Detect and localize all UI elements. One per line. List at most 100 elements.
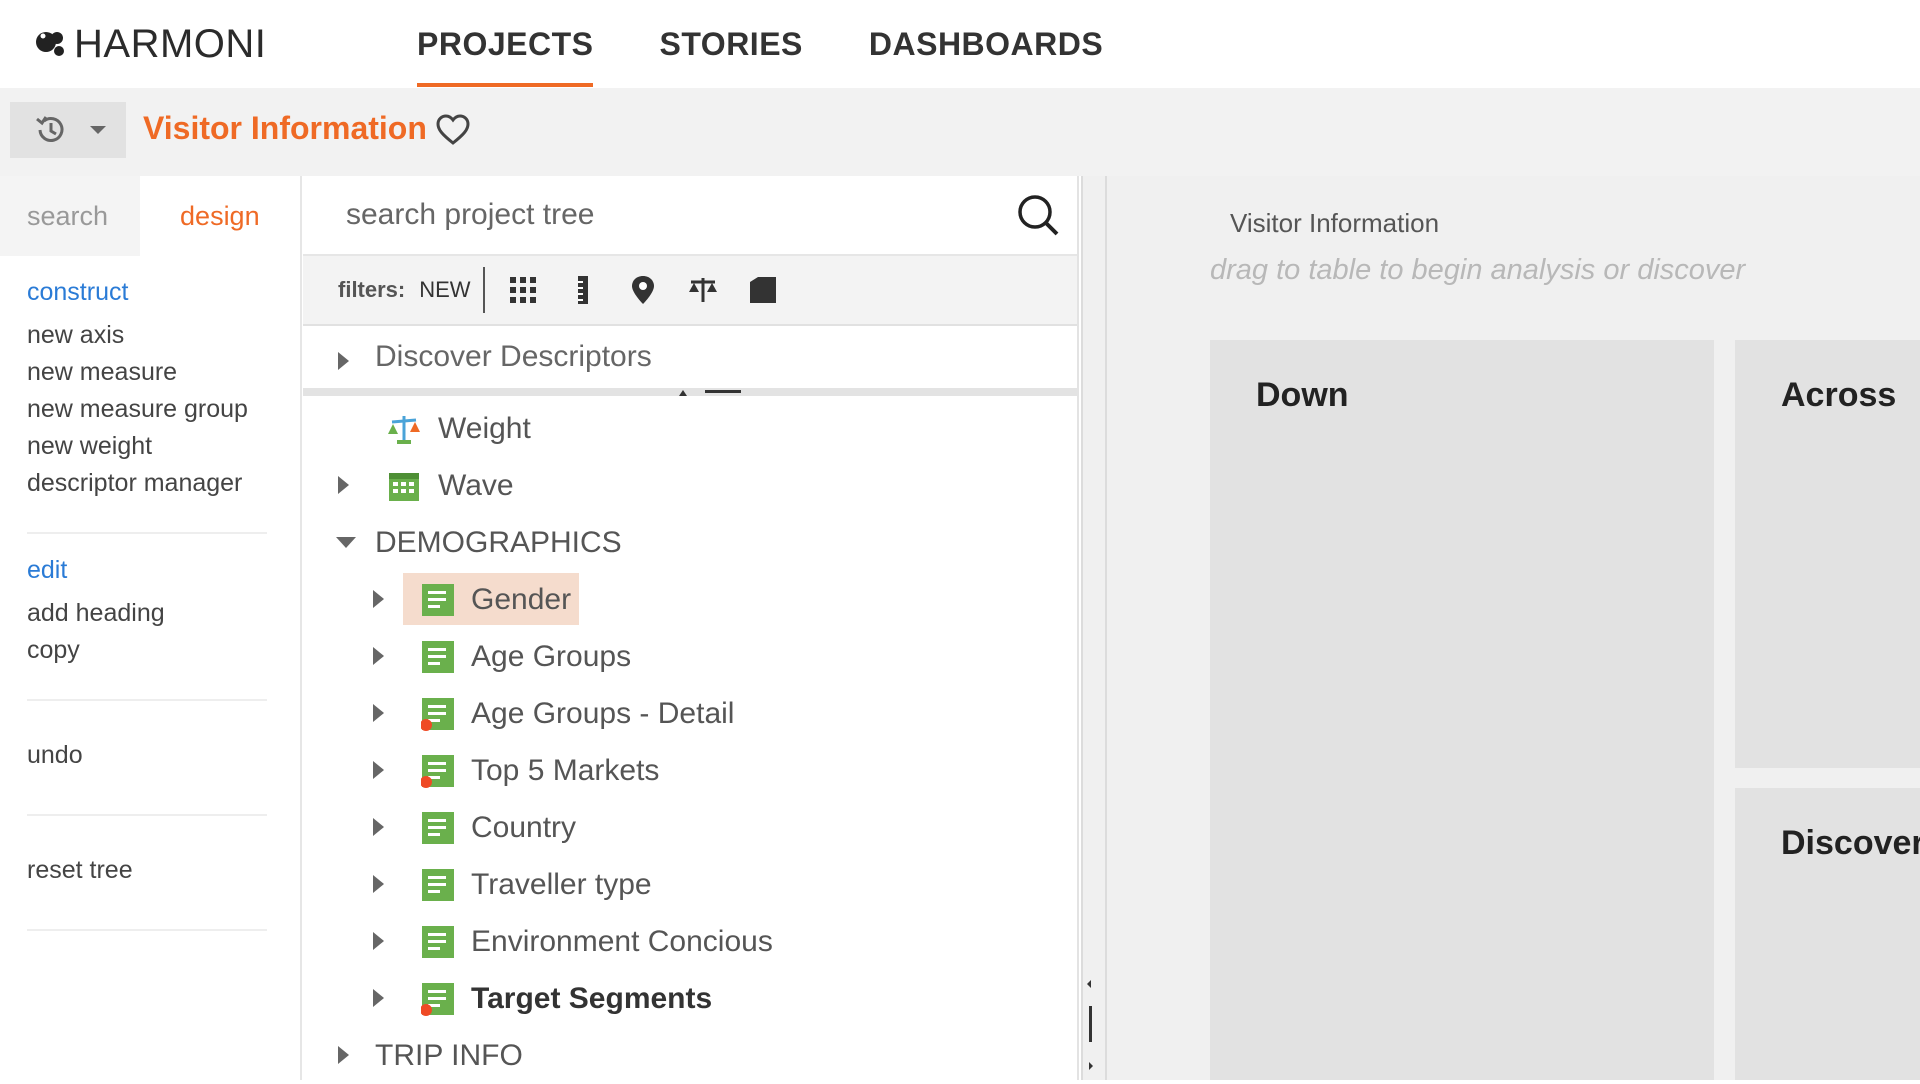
expand-arrow-icon[interactable] xyxy=(373,932,384,950)
construct-heading[interactable]: construct xyxy=(27,278,273,307)
tree-node-label[interactable]: Gender xyxy=(471,583,571,617)
expand-arrow-icon[interactable] xyxy=(373,647,384,665)
discover-zone-title: Discover xyxy=(1781,824,1920,862)
map-pin-icon[interactable] xyxy=(627,274,659,306)
workspace-hint: drag to table to begin analysis or disco… xyxy=(1210,254,1746,286)
divider xyxy=(27,699,267,701)
app-logo[interactable]: HARMONI xyxy=(32,20,266,68)
tree-folder-demographics[interactable]: DEMOGRAPHICS xyxy=(303,514,1077,571)
page-title: Visitor Information xyxy=(143,110,427,146)
across-drop-zone[interactable]: Across xyxy=(1735,340,1920,768)
tree-node-label[interactable]: Top 5 Markets xyxy=(471,754,659,788)
logo-icon xyxy=(36,32,64,56)
divider xyxy=(27,814,267,816)
tree-node-country[interactable]: Country xyxy=(303,799,1077,856)
main-nav: PROJECTS STORIES DASHBOARDS xyxy=(417,0,1169,88)
new-weight-link[interactable]: new weight xyxy=(27,428,273,465)
logo-text: HARMONI xyxy=(74,21,267,66)
history-icon xyxy=(36,116,64,142)
panel-splitter[interactable] xyxy=(1081,176,1107,1080)
folder-icon[interactable] xyxy=(747,274,779,306)
expand-arrow-icon[interactable] xyxy=(373,818,384,836)
nav-stories[interactable]: STORIES xyxy=(659,0,802,88)
expand-arrow-icon[interactable] xyxy=(373,875,384,893)
tree-folder-label[interactable]: TRIP INFO xyxy=(375,1039,523,1073)
variable-icon xyxy=(422,640,454,673)
calendar-icon xyxy=(389,472,419,501)
new-axis-link[interactable]: new axis xyxy=(27,317,273,354)
tab-search[interactable]: search xyxy=(0,176,141,256)
derived-variable-icon xyxy=(421,754,454,788)
tree-node-age-groups[interactable]: Age Groups xyxy=(303,628,1077,685)
project-tree: Weight Wave DEMOGRAPHICS Gender Age Grou… xyxy=(303,400,1077,1084)
tree-node-wave[interactable]: Wave xyxy=(303,457,1077,514)
expand-arrow-icon[interactable] xyxy=(338,1046,349,1064)
nav-projects[interactable]: PROJECTS xyxy=(417,0,594,88)
add-heading-link[interactable]: add heading xyxy=(27,595,273,632)
tree-node-age-groups-detail[interactable]: Age Groups - Detail xyxy=(303,685,1077,742)
copy-link[interactable]: copy xyxy=(27,632,273,669)
history-dropdown-button[interactable] xyxy=(10,102,126,158)
expand-arrow-icon[interactable] xyxy=(373,761,384,779)
reset-section: reset tree xyxy=(0,852,300,889)
weight-scale-icon[interactable] xyxy=(687,274,719,306)
nav-dashboards[interactable]: DASHBOARDS xyxy=(869,0,1103,88)
down-zone-title: Down xyxy=(1256,376,1349,414)
undo-link[interactable]: undo xyxy=(27,737,273,774)
tree-search-bar[interactable]: search project tree xyxy=(303,176,1077,256)
across-zone-title: Across xyxy=(1781,376,1897,414)
discover-descriptors-label[interactable]: Discover Descriptors xyxy=(375,340,652,374)
sidebar-tabs: search design xyxy=(0,176,300,256)
tree-node-target-segments[interactable]: Target Segments xyxy=(303,970,1077,1027)
workspace-title: Visitor Information xyxy=(1230,208,1440,238)
expand-arrow-icon[interactable] xyxy=(373,590,384,608)
new-measure-group-link[interactable]: new measure group xyxy=(27,391,273,428)
discover-drop-zone[interactable]: Discover xyxy=(1735,788,1920,1080)
new-measure-link[interactable]: new measure xyxy=(27,354,273,391)
undo-section: undo xyxy=(0,737,300,774)
expand-arrow-icon[interactable] xyxy=(373,989,384,1007)
edit-heading[interactable]: edit xyxy=(27,556,273,585)
expand-arrow-icon[interactable] xyxy=(338,352,349,370)
tree-node-gender[interactable]: Gender xyxy=(303,571,1077,628)
tree-folder-trip-info[interactable]: TRIP INFO xyxy=(303,1027,1077,1084)
heart-outline-icon[interactable] xyxy=(435,112,471,148)
divider xyxy=(27,532,267,534)
project-title-bar: Visitor Information xyxy=(0,88,1920,176)
tree-node-label[interactable]: Age Groups - Detail xyxy=(471,697,734,731)
filters-label: filters: xyxy=(338,277,406,302)
reset-tree-link[interactable]: reset tree xyxy=(27,852,273,889)
resize-handle-icon[interactable] xyxy=(675,388,745,396)
filter-new-button[interactable]: NEW xyxy=(419,267,485,313)
expand-arrow-icon[interactable] xyxy=(338,476,349,494)
tree-node-label[interactable]: Wave xyxy=(438,469,514,503)
tree-node-label[interactable]: Age Groups xyxy=(471,640,631,674)
down-drop-zone[interactable]: Down xyxy=(1210,340,1714,1080)
collapse-arrow-icon[interactable] xyxy=(336,537,356,548)
grid-icon[interactable] xyxy=(507,274,539,306)
search-icon[interactable] xyxy=(1015,192,1061,238)
project-tree-panel: search project tree filters: NEW Discove… xyxy=(303,176,1079,1080)
splitter-handle-icon[interactable] xyxy=(1083,976,1105,1076)
analysis-workspace: Visitor Information drag to table to beg… xyxy=(1107,176,1920,1080)
ruler-icon[interactable] xyxy=(567,274,599,306)
tree-node-label[interactable]: Country xyxy=(471,811,576,845)
tree-node-top-5-markets[interactable]: Top 5 Markets xyxy=(303,742,1077,799)
tree-node-traveller-type[interactable]: Traveller type xyxy=(303,856,1077,913)
tab-design[interactable]: design xyxy=(140,176,300,256)
expand-arrow-icon[interactable] xyxy=(373,704,384,722)
tree-node-label[interactable]: Weight xyxy=(438,412,531,446)
tree-node-weight[interactable]: Weight xyxy=(303,400,1077,457)
chevron-down-icon xyxy=(90,126,106,134)
tree-node-label[interactable]: Traveller type xyxy=(471,868,652,902)
tree-folder-label[interactable]: DEMOGRAPHICS xyxy=(375,526,622,560)
tree-node-label[interactable]: Environment Concious xyxy=(471,925,773,959)
variable-icon xyxy=(422,811,454,844)
derived-variable-icon xyxy=(421,982,454,1016)
tree-node-environment-concious[interactable]: Environment Concious xyxy=(303,913,1077,970)
top-navigation-bar: HARMONI PROJECTS STORIES DASHBOARDS xyxy=(0,0,1920,88)
descriptor-manager-link[interactable]: descriptor manager xyxy=(27,465,273,502)
search-input[interactable]: search project tree xyxy=(346,198,1015,232)
tree-node-label[interactable]: Target Segments xyxy=(471,982,712,1016)
discover-descriptors-row[interactable]: Discover Descriptors xyxy=(303,326,1077,396)
